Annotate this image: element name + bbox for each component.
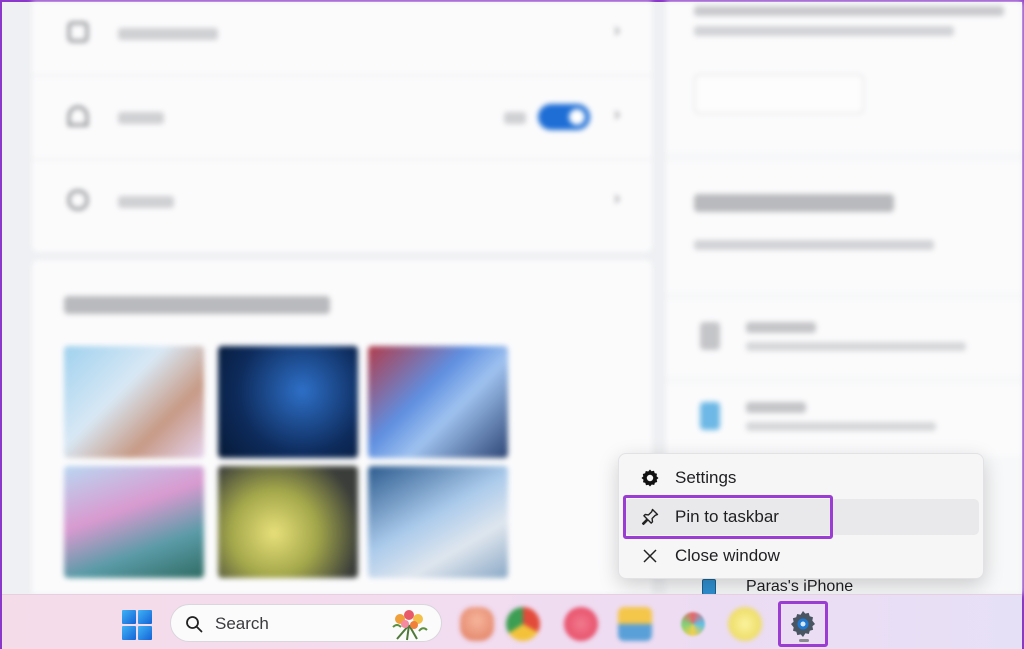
windows-logo-tile	[138, 610, 152, 624]
mouse-icon	[68, 190, 88, 210]
apps-icon	[68, 22, 88, 42]
wifi-toggle	[538, 104, 590, 130]
app-icon[interactable]	[618, 607, 652, 641]
wallpaper-thumb	[218, 466, 358, 578]
wallpaper-thumb	[368, 466, 508, 578]
device-row	[666, 384, 1022, 456]
blurred-heading	[64, 296, 330, 314]
windows-logo-tile	[138, 626, 152, 640]
settings-row-wifi: ›	[32, 76, 652, 160]
running-indicator	[799, 639, 809, 642]
chevron-right-icon: ›	[614, 188, 620, 208]
menu-item-pin-to-taskbar[interactable]: Pin to taskbar	[625, 499, 979, 535]
blurred-label	[504, 112, 526, 124]
chrome-icon[interactable]	[506, 607, 540, 641]
windows-logo-tile	[122, 610, 136, 624]
wifi-icon	[68, 106, 88, 126]
bluetooth-row	[666, 300, 1022, 376]
blurred-text	[694, 240, 934, 250]
search-label: Search	[215, 614, 269, 633]
blurred-text	[694, 26, 954, 36]
blurred-text	[746, 342, 966, 351]
chevron-right-icon: ›	[614, 104, 620, 124]
taskbar-search-box[interactable]: Search	[170, 604, 442, 642]
app-icon[interactable]	[681, 612, 705, 636]
blurred-button	[694, 74, 864, 114]
bluetooth-card	[666, 162, 1022, 292]
pin-icon	[639, 506, 661, 528]
blurred-label	[118, 28, 218, 40]
system-settings-card: › › ›	[32, 2, 652, 252]
settings-gear-icon	[791, 611, 815, 637]
start-button[interactable]	[122, 610, 152, 640]
onedrive-card	[666, 2, 1022, 152]
gear-icon	[639, 467, 661, 489]
blurred-heading	[694, 194, 894, 212]
settings-row-installed-apps: ›	[32, 2, 652, 76]
blurred-text	[746, 322, 816, 333]
flower-bouquet-icon	[392, 610, 428, 641]
wallpaper-thumb	[64, 346, 204, 458]
blurred-label	[118, 112, 164, 124]
blurred-text	[694, 6, 1004, 16]
menu-item-settings[interactable]: Settings	[625, 460, 979, 496]
taskbar: Search	[2, 594, 1022, 649]
taskbar-context-menu: Settings Pin to taskbar Close window	[618, 453, 984, 579]
blurred-text	[746, 422, 936, 431]
wallpaper-thumb	[218, 346, 358, 458]
windows-logo-tile	[122, 626, 136, 640]
phone-icon	[702, 579, 716, 595]
menu-item-label: Close window	[675, 546, 780, 565]
search-icon	[186, 616, 203, 633]
menu-item-close-window[interactable]: Close window	[625, 538, 979, 574]
settings-row-mouse: ›	[32, 160, 652, 244]
app-icon[interactable]	[564, 607, 598, 641]
menu-item-label: Pin to taskbar	[675, 507, 779, 526]
chevron-right-icon: ›	[614, 20, 620, 40]
settings-app-button[interactable]	[778, 601, 828, 647]
close-icon	[639, 545, 661, 567]
app-icon[interactable]	[728, 607, 762, 641]
bluetooth-icon	[700, 322, 720, 350]
app-icon[interactable]	[460, 607, 494, 641]
menu-item-label: Settings	[675, 468, 737, 487]
wallpaper-thumb	[368, 346, 508, 458]
blurred-label	[118, 196, 174, 208]
blurred-text	[746, 402, 806, 413]
wallpaper-thumb	[64, 466, 204, 578]
device-icon	[700, 402, 720, 430]
personalize-card	[32, 260, 652, 594]
